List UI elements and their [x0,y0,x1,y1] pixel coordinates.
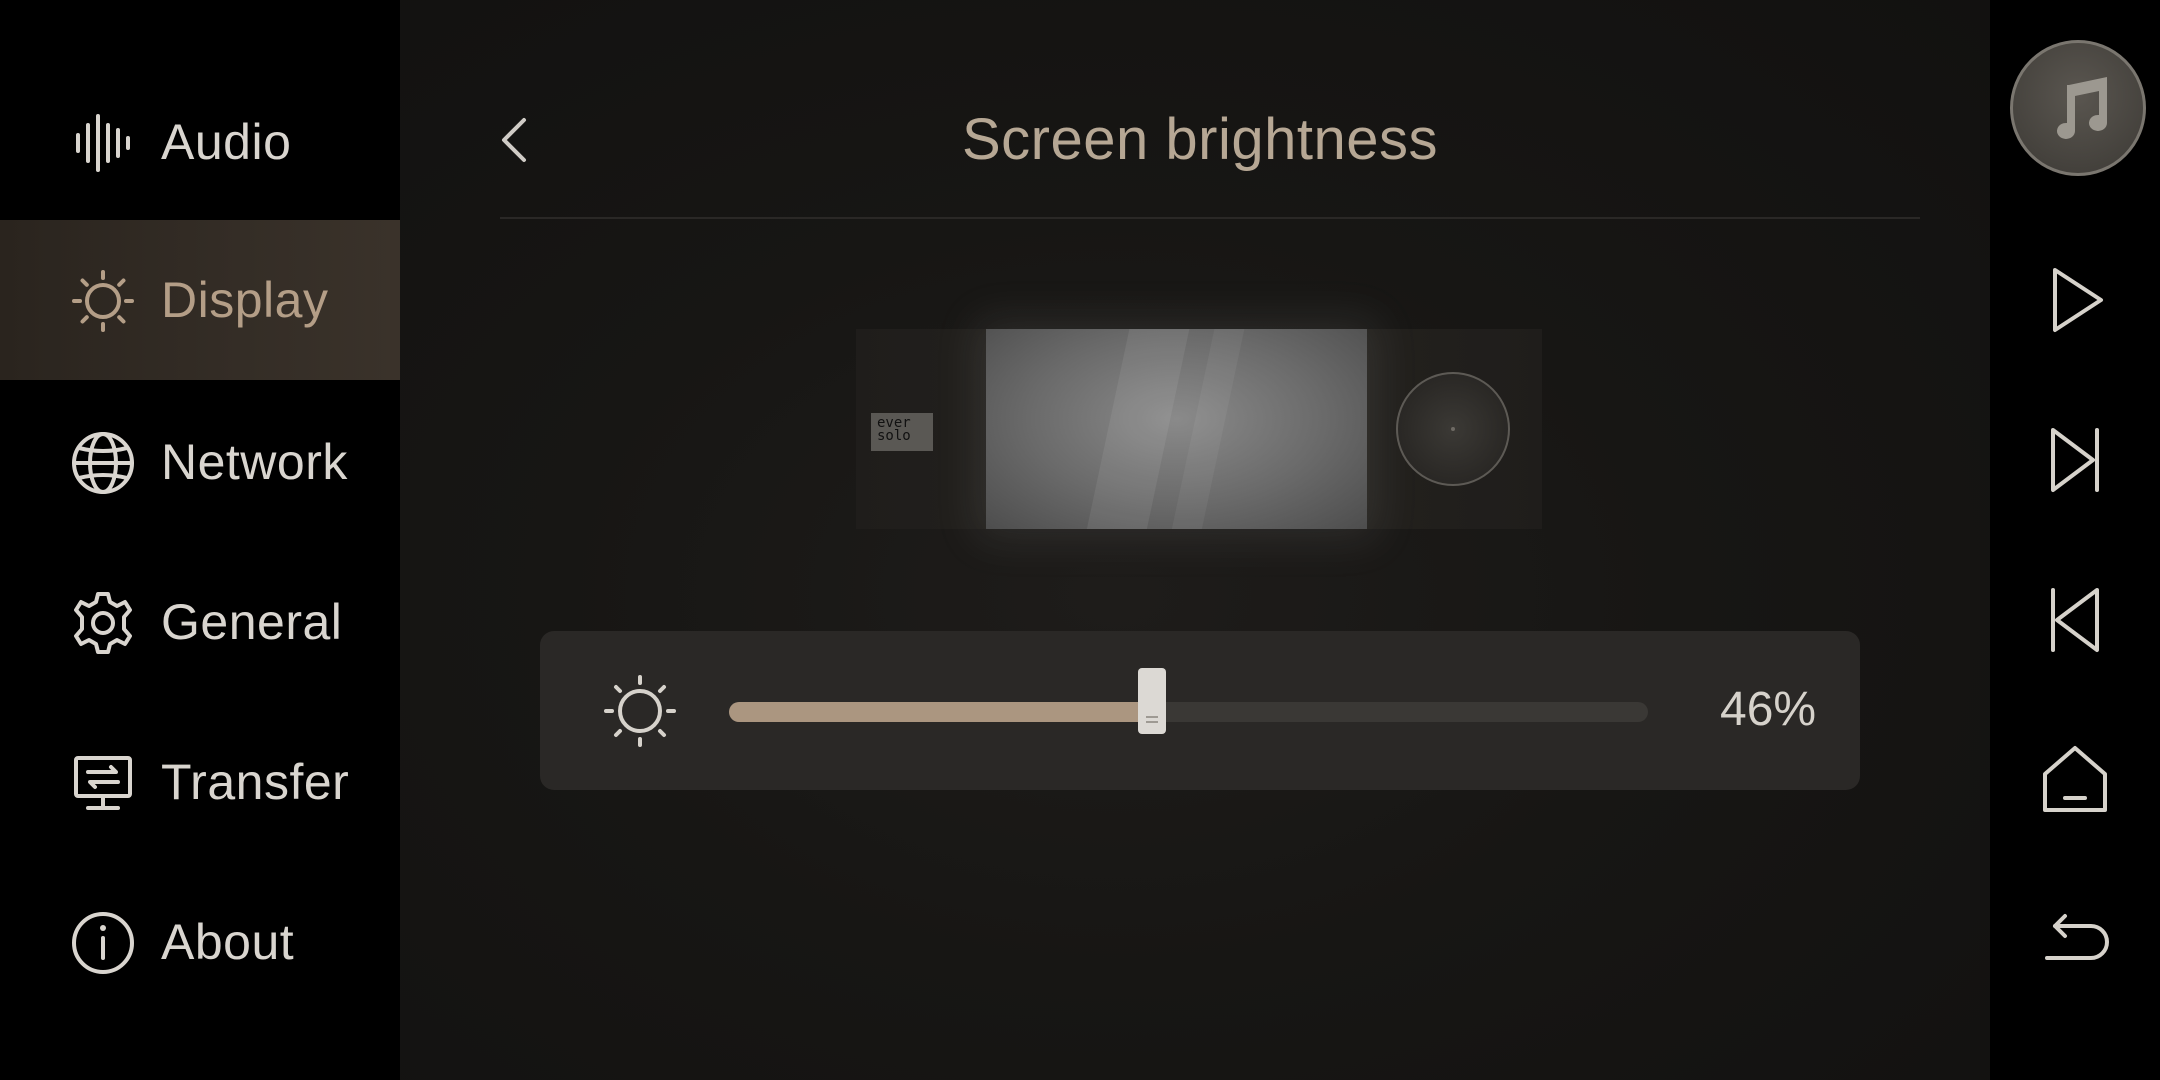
sidebar-item-network[interactable]: Network [0,382,400,542]
brightness-slider[interactable] [729,668,1648,734]
skip-previous-icon[interactable] [2035,580,2115,660]
device-logo: ever solo [871,413,933,451]
brightness-icon [72,270,134,332]
sidebar-item-transfer[interactable]: Transfer [0,702,400,862]
brightness-slider-thumb[interactable] [1138,668,1166,734]
brightness-value: 46% [1720,683,1817,736]
sidebar-item-audio[interactable]: Audio [0,62,400,222]
sidebar-item-label: Transfer [161,754,350,810]
brightness-slider-fill [729,702,1152,722]
sidebar-item-label: About [161,914,295,970]
skip-next-icon[interactable] [2035,420,2115,500]
sidebar-item-label: Audio [161,114,292,170]
play-icon[interactable] [2035,260,2115,340]
transfer-icon [74,756,132,810]
home-icon[interactable] [2035,740,2115,820]
sidebar-item-display[interactable]: Display [0,220,400,380]
sidebar: Audio Display Network General Transfer A… [0,0,400,1080]
album-art-button[interactable] [2010,40,2146,176]
brightness-panel: 46% [540,631,1860,790]
info-icon [72,912,134,974]
sidebar-item-about[interactable]: About [0,862,400,1022]
waveform-icon [76,114,130,172]
device-screen-preview [986,329,1367,529]
media-bar [1990,0,2160,1080]
music-note-icon [2057,77,2107,139]
sidebar-item-label: General [161,594,343,650]
page-title: Screen brightness [962,107,1438,172]
sidebar-item-label: Display [161,272,329,328]
device-preview: ever solo [856,329,1542,529]
device-knob [1396,372,1510,486]
sidebar-item-label: Network [161,434,348,490]
main-content: Screen brightness ever solo 46% [400,0,1990,1080]
sidebar-item-general[interactable]: General [0,542,400,702]
divider [500,217,1920,219]
sun-icon [604,675,676,747]
globe-icon [72,432,134,494]
return-icon[interactable] [2035,900,2115,980]
gear-icon [74,592,132,654]
